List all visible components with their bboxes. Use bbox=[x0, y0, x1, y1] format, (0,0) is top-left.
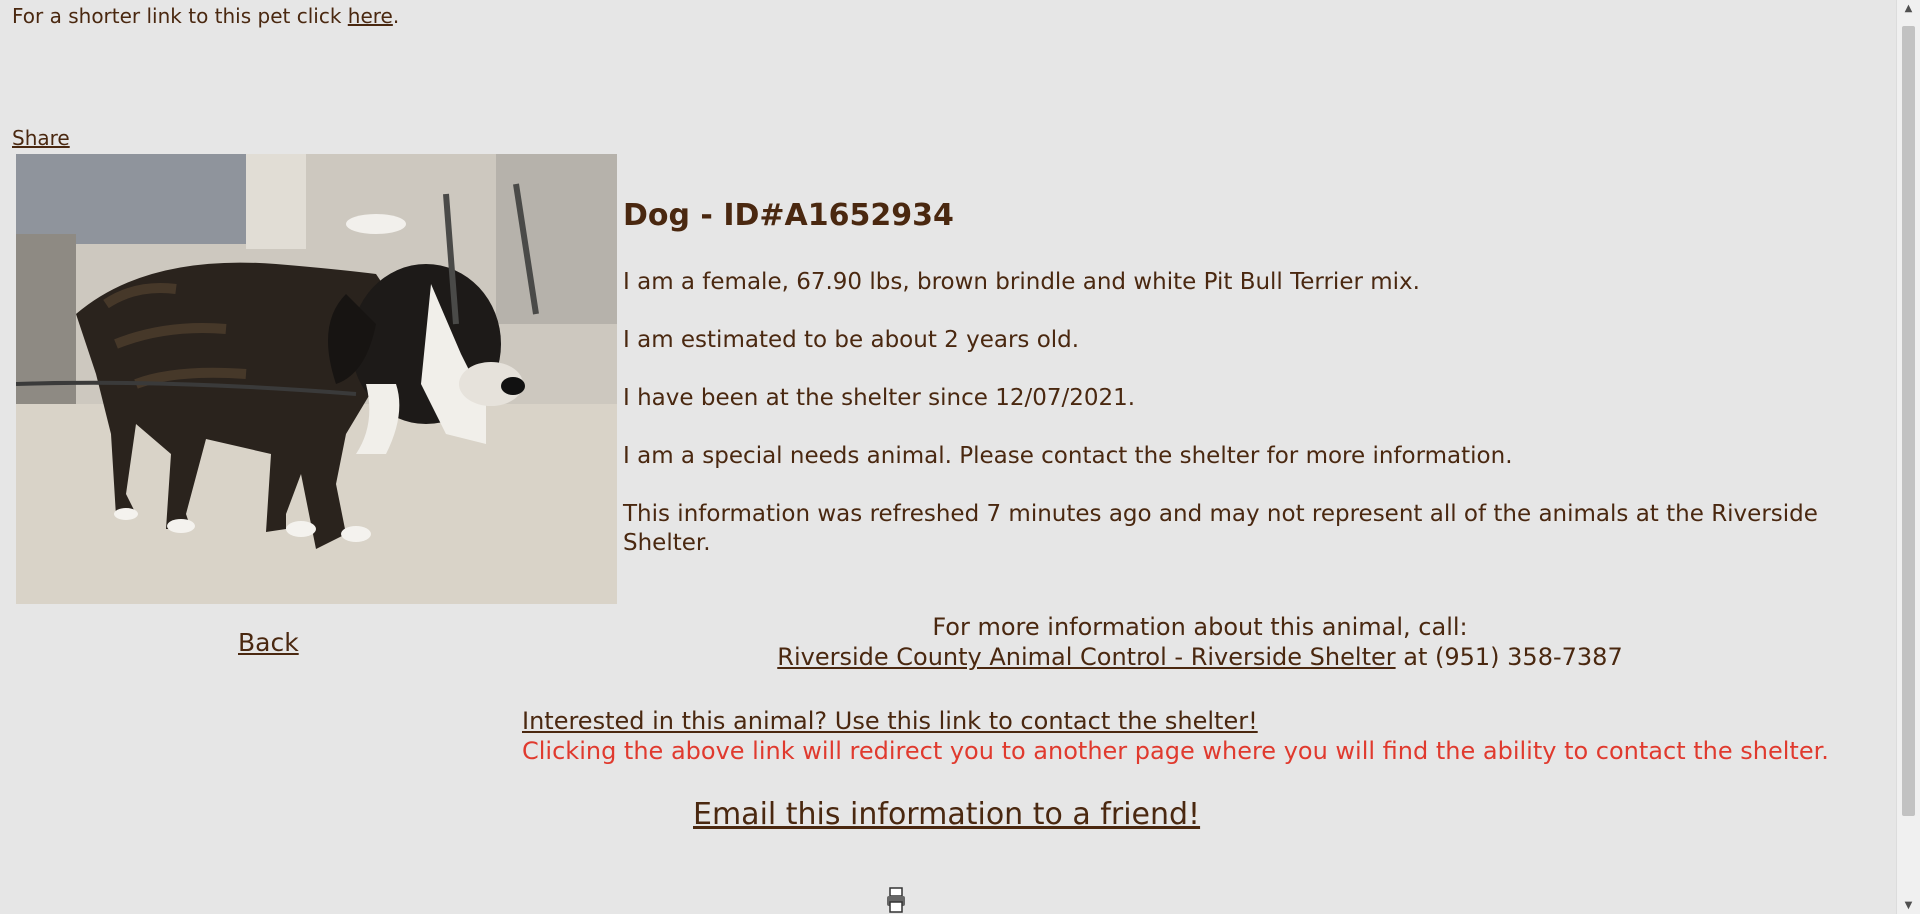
short-link-here[interactable]: here bbox=[348, 4, 393, 28]
shelter-line: Riverside County Animal Control - Rivers… bbox=[700, 642, 1700, 672]
email-friend-link[interactable]: Email this information to a friend! bbox=[693, 797, 1200, 832]
printer-icon[interactable] bbox=[886, 886, 906, 914]
triangle-up-icon[interactable]: ▲ bbox=[1897, 0, 1920, 17]
pet-shelter-since: I have been at the shelter since 12/07/2… bbox=[623, 385, 1136, 411]
scroll-thumb[interactable] bbox=[1902, 26, 1915, 816]
contact-info: For more information about this animal, … bbox=[700, 612, 1700, 672]
dog-photo-illustration bbox=[16, 154, 617, 604]
vertical-scrollbar[interactable]: ▲ ▼ bbox=[1896, 0, 1920, 914]
shelter-link[interactable]: Riverside County Animal Control - Rivers… bbox=[777, 643, 1395, 671]
more-info-text: For more information about this animal, … bbox=[932, 613, 1468, 641]
triangle-down-icon[interactable]: ▼ bbox=[1897, 897, 1920, 914]
short-link-text: For a shorter link to this pet click bbox=[12, 4, 342, 28]
pet-age: I am estimated to be about 2 years old. bbox=[623, 327, 1080, 353]
refresh-note: This information was refreshed 7 minutes… bbox=[623, 501, 1818, 556]
short-link-line: For a shorter link to this pet click her… bbox=[12, 4, 399, 28]
back-link[interactable]: Back bbox=[238, 628, 299, 657]
shelter-phone: at (951) 358-7387 bbox=[1403, 643, 1623, 671]
short-link-period: . bbox=[392, 4, 400, 28]
pet-photo bbox=[16, 154, 617, 604]
redirect-note: Clicking the above link will redirect yo… bbox=[522, 737, 1829, 765]
pet-description: I am a female, 67.90 lbs, brown brindle … bbox=[623, 269, 1420, 295]
page: For a shorter link to this pet click her… bbox=[0, 0, 1897, 914]
share-link[interactable]: Share bbox=[12, 126, 70, 150]
pet-special-needs: I am a special needs animal. Please cont… bbox=[623, 443, 1513, 469]
interested-link[interactable]: Interested in this animal? Use this link… bbox=[522, 707, 1258, 735]
pet-title: Dog - ID#A1652934 bbox=[623, 198, 954, 233]
interested-block: Interested in this animal? Use this link… bbox=[522, 706, 1829, 766]
